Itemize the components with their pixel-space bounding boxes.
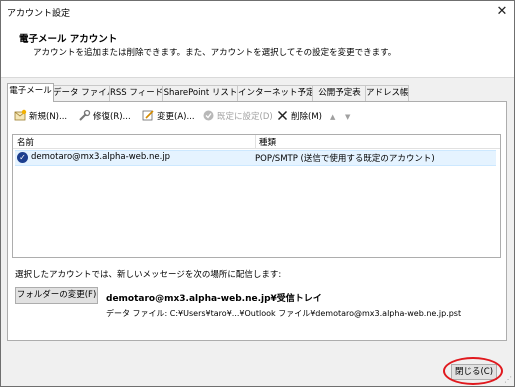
resize-grip-icon[interactable]: ⋰ (504, 375, 512, 384)
move-up-icon[interactable]: ▲ (330, 109, 335, 125)
new-account-label: 新規(N)... (29, 112, 68, 122)
set-default-label: 既定に設定(D) (217, 112, 273, 122)
account-name: demotaro@mx3.alpha-web.ne.jp (31, 152, 171, 162)
email-tab-panel: 新規(N)... 修復(R)... 変更(A)... 既定に設定(D) 削除(M… (7, 101, 507, 341)
change-account-button[interactable]: 変更(A)... (142, 109, 195, 125)
new-account-button[interactable]: 新規(N)... (14, 109, 67, 125)
dialog-header: 電子メール アカウント アカウントを追加または削除できます。また、アカウントを選… (1, 23, 514, 78)
account-row[interactable]: ✓ demotaro@mx3.alpha-web.ne.jp POP/SMTP … (15, 150, 496, 166)
header-title: 電子メール アカウント (19, 34, 118, 45)
tab-email[interactable]: 電子メール (7, 83, 54, 102)
account-list: 名前 種類 ✓ demotaro@mx3.alpha-web.ne.jp POP… (12, 134, 501, 258)
change-account-icon (142, 109, 155, 122)
title-bar: アカウント設定 ✕ (1, 1, 514, 23)
tab-sharepoint-lists[interactable]: SharePoint リスト (162, 85, 239, 101)
change-folder-button[interactable]: フォルダーの変更(F) (15, 287, 98, 304)
delivery-target: demotaro@mx3.alpha-web.ne.jp¥受信トレイ (106, 294, 322, 304)
tab-published-calendars[interactable]: 公開予定表 (312, 85, 367, 101)
delete-account-button[interactable]: 削除(M) (276, 109, 322, 125)
move-down-icon[interactable]: ▼ (345, 109, 350, 125)
column-header-name[interactable]: 名前 (17, 136, 34, 148)
account-list-header: 名前 種類 (13, 135, 500, 149)
window-title: アカウント設定 (7, 9, 71, 19)
delete-account-label: 削除(M) (291, 112, 322, 122)
account-toolbar: 新規(N)... 修復(R)... 変更(A)... 既定に設定(D) 削除(M… (12, 109, 482, 125)
account-settings-dialog: アカウント設定 ✕ 電子メール アカウント アカウントを追加または削除できます。… (0, 0, 515, 387)
header-description: アカウントを追加または削除できます。また、アカウントを選択してその設定を変更でき… (33, 48, 397, 58)
close-window-icon[interactable]: ✕ (490, 1, 514, 23)
tab-data-files[interactable]: データ ファイル (52, 85, 115, 101)
data-file-path: データ ファイル: C:¥Users¥taro¥...¥Outlook ファイル… (106, 309, 462, 318)
delivery-label: 選択したアカウントでは、新しいメッセージを次の場所に配信します: (15, 270, 282, 280)
tab-strip: 電子メール データ ファイル RSS フィード SharePoint リスト イ… (7, 83, 507, 102)
column-header-type[interactable]: 種類 (259, 136, 276, 148)
set-default-button[interactable]: 既定に設定(D) (202, 109, 273, 125)
repair-account-label: 修復(R)... (93, 112, 131, 122)
default-account-check-icon: ✓ (17, 152, 28, 163)
account-type: POP/SMTP (送信で使用する既定のアカウント) (255, 154, 435, 164)
repair-icon (78, 109, 91, 122)
set-default-icon (202, 109, 215, 122)
change-account-label: 変更(A)... (157, 112, 195, 122)
tab-internet-calendars[interactable]: インターネット予定表 (237, 85, 323, 101)
tab-address-books[interactable]: アドレス帳 (365, 85, 409, 101)
close-button[interactable]: 閉じる(C) (451, 364, 497, 380)
repair-account-button[interactable]: 修復(R)... (78, 109, 131, 125)
new-account-icon (14, 109, 27, 122)
delete-x-icon (276, 109, 289, 122)
column-divider (255, 135, 256, 148)
tab-rss-feeds[interactable]: RSS フィード (109, 85, 164, 101)
